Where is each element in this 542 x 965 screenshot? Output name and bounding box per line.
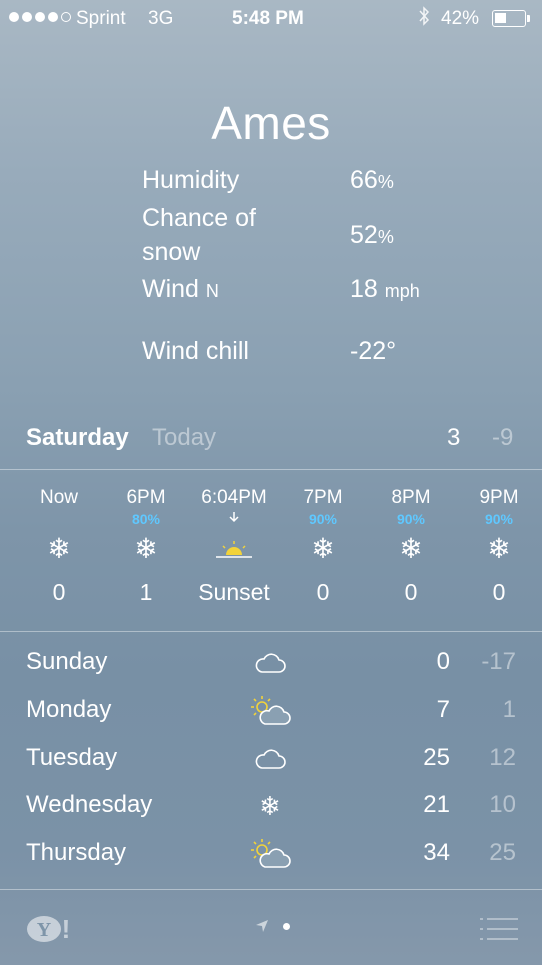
daily-day: Tuesday	[26, 744, 118, 771]
list-icon[interactable]	[480, 916, 518, 942]
snowflake-icon: ❄	[134, 532, 158, 564]
hourly-item: 9PM 90% ❄ 0	[455, 486, 542, 606]
battery-icon	[492, 10, 526, 27]
city-name: Ames	[211, 97, 331, 149]
daily-day: Monday	[26, 696, 112, 723]
hourly-precip: 80%	[131, 511, 161, 527]
sunset-icon	[190, 528, 278, 568]
snowflake-icon: ❄	[311, 532, 335, 564]
today-day: Saturday	[26, 424, 129, 451]
hourly-time: 6:04PM	[201, 487, 267, 508]
wind-value: 18 mph	[350, 275, 420, 303]
daily-low: 25	[489, 839, 516, 866]
snow-chance-label-line1: Chance of	[142, 204, 256, 232]
hourly-time: 8PM	[391, 487, 431, 508]
daily-day: Thursday	[26, 839, 127, 866]
divider-top	[0, 469, 542, 470]
cloud-icon	[248, 646, 292, 680]
svg-text:!: !	[62, 914, 71, 944]
hourly-temp: 0	[404, 579, 418, 605]
today-summary: Saturday Today 3 -9	[0, 422, 542, 456]
cloud-icon	[248, 742, 292, 776]
daily-day: Wednesday	[26, 791, 153, 818]
windchill-value: -22°	[350, 337, 397, 365]
divider-middle	[0, 631, 542, 632]
hourly-precip	[15, 510, 103, 528]
location-arrow-icon[interactable]	[254, 918, 270, 939]
signal-strength-icon	[9, 12, 71, 22]
svg-text:Y: Y	[37, 919, 52, 941]
snowflake-icon: ❄	[399, 532, 423, 564]
wind-label: Wind N	[142, 275, 219, 303]
hourly-temp: 0	[316, 579, 330, 605]
wind-direction: N	[205, 281, 219, 301]
hourly-precip: 90%	[308, 511, 338, 527]
hourly-precip	[190, 510, 278, 528]
daily-low: 12	[489, 744, 516, 771]
battery-percent: 42%	[441, 8, 480, 29]
daily-row: Tuesday 25 12	[0, 740, 542, 780]
hourly-item: 6PM 80% ❄ 1	[102, 486, 190, 606]
battery-tip	[527, 15, 530, 22]
footer-toolbar: Y !	[0, 890, 542, 965]
daily-high: 7	[436, 696, 450, 723]
hourly-time: Now	[39, 487, 78, 508]
hourly-item: 8PM 90% ❄ 0	[367, 486, 455, 606]
windchill-label: Wind chill	[142, 337, 249, 365]
yahoo-logo-icon[interactable]: Y !	[26, 914, 74, 944]
daily-day: Sunday	[26, 648, 108, 675]
daily-low: 1	[502, 696, 516, 723]
daily-high: 0	[436, 648, 450, 675]
daily-row: Wednesday ❄ 21 10	[0, 787, 542, 827]
hourly-time: 7PM	[303, 487, 343, 508]
humidity-label: Humidity	[142, 166, 240, 194]
carrier-name: Sprint	[76, 8, 126, 29]
snowflake-icon: ❄	[487, 532, 511, 564]
hourly-temp: Sunset	[198, 579, 270, 605]
snowflake-icon: ❄	[259, 790, 281, 821]
hourly-temp: 0	[52, 579, 66, 605]
humidity-value: 66%	[350, 166, 394, 194]
partly-sunny-icon	[248, 694, 292, 728]
daily-row: Thursday 34 25	[0, 835, 542, 875]
daily-low: -17	[481, 648, 516, 675]
today-label: Today	[152, 424, 217, 451]
daily-high: 34	[423, 839, 450, 866]
status-bar: Sprint 3G 5:48 PM 42%	[0, 0, 542, 38]
today-high: 3	[447, 424, 461, 451]
hourly-temp: 1	[139, 579, 153, 605]
bluetooth-icon	[418, 6, 430, 31]
network-type: 3G	[148, 8, 174, 29]
status-time: 5:48 PM	[232, 8, 304, 29]
snow-chance-label-line2: snow	[142, 238, 201, 266]
partly-sunny-icon	[248, 837, 292, 871]
hourly-precip: 90%	[484, 511, 514, 527]
hourly-item: Now ❄ 0	[15, 486, 103, 606]
today-low: -9	[492, 424, 514, 451]
hourly-time: 6PM	[126, 487, 166, 508]
page-indicator-dot[interactable]	[283, 923, 290, 930]
snowflake-icon: ❄	[47, 532, 71, 564]
daily-row: Monday 7 1	[0, 692, 542, 732]
hourly-item: 7PM 90% ❄ 0	[279, 486, 367, 606]
daily-row: Sunday 0 -17	[0, 644, 542, 684]
daily-high: 21	[423, 791, 450, 818]
hourly-precip: 90%	[396, 511, 426, 527]
daily-high: 25	[423, 744, 450, 771]
daily-low: 10	[489, 791, 516, 818]
snow-chance-value: 52%	[350, 221, 394, 249]
hourly-item: 6:04PM Sunset	[190, 486, 278, 606]
hourly-time: 9PM	[479, 487, 519, 508]
hourly-temp: 0	[492, 579, 506, 605]
